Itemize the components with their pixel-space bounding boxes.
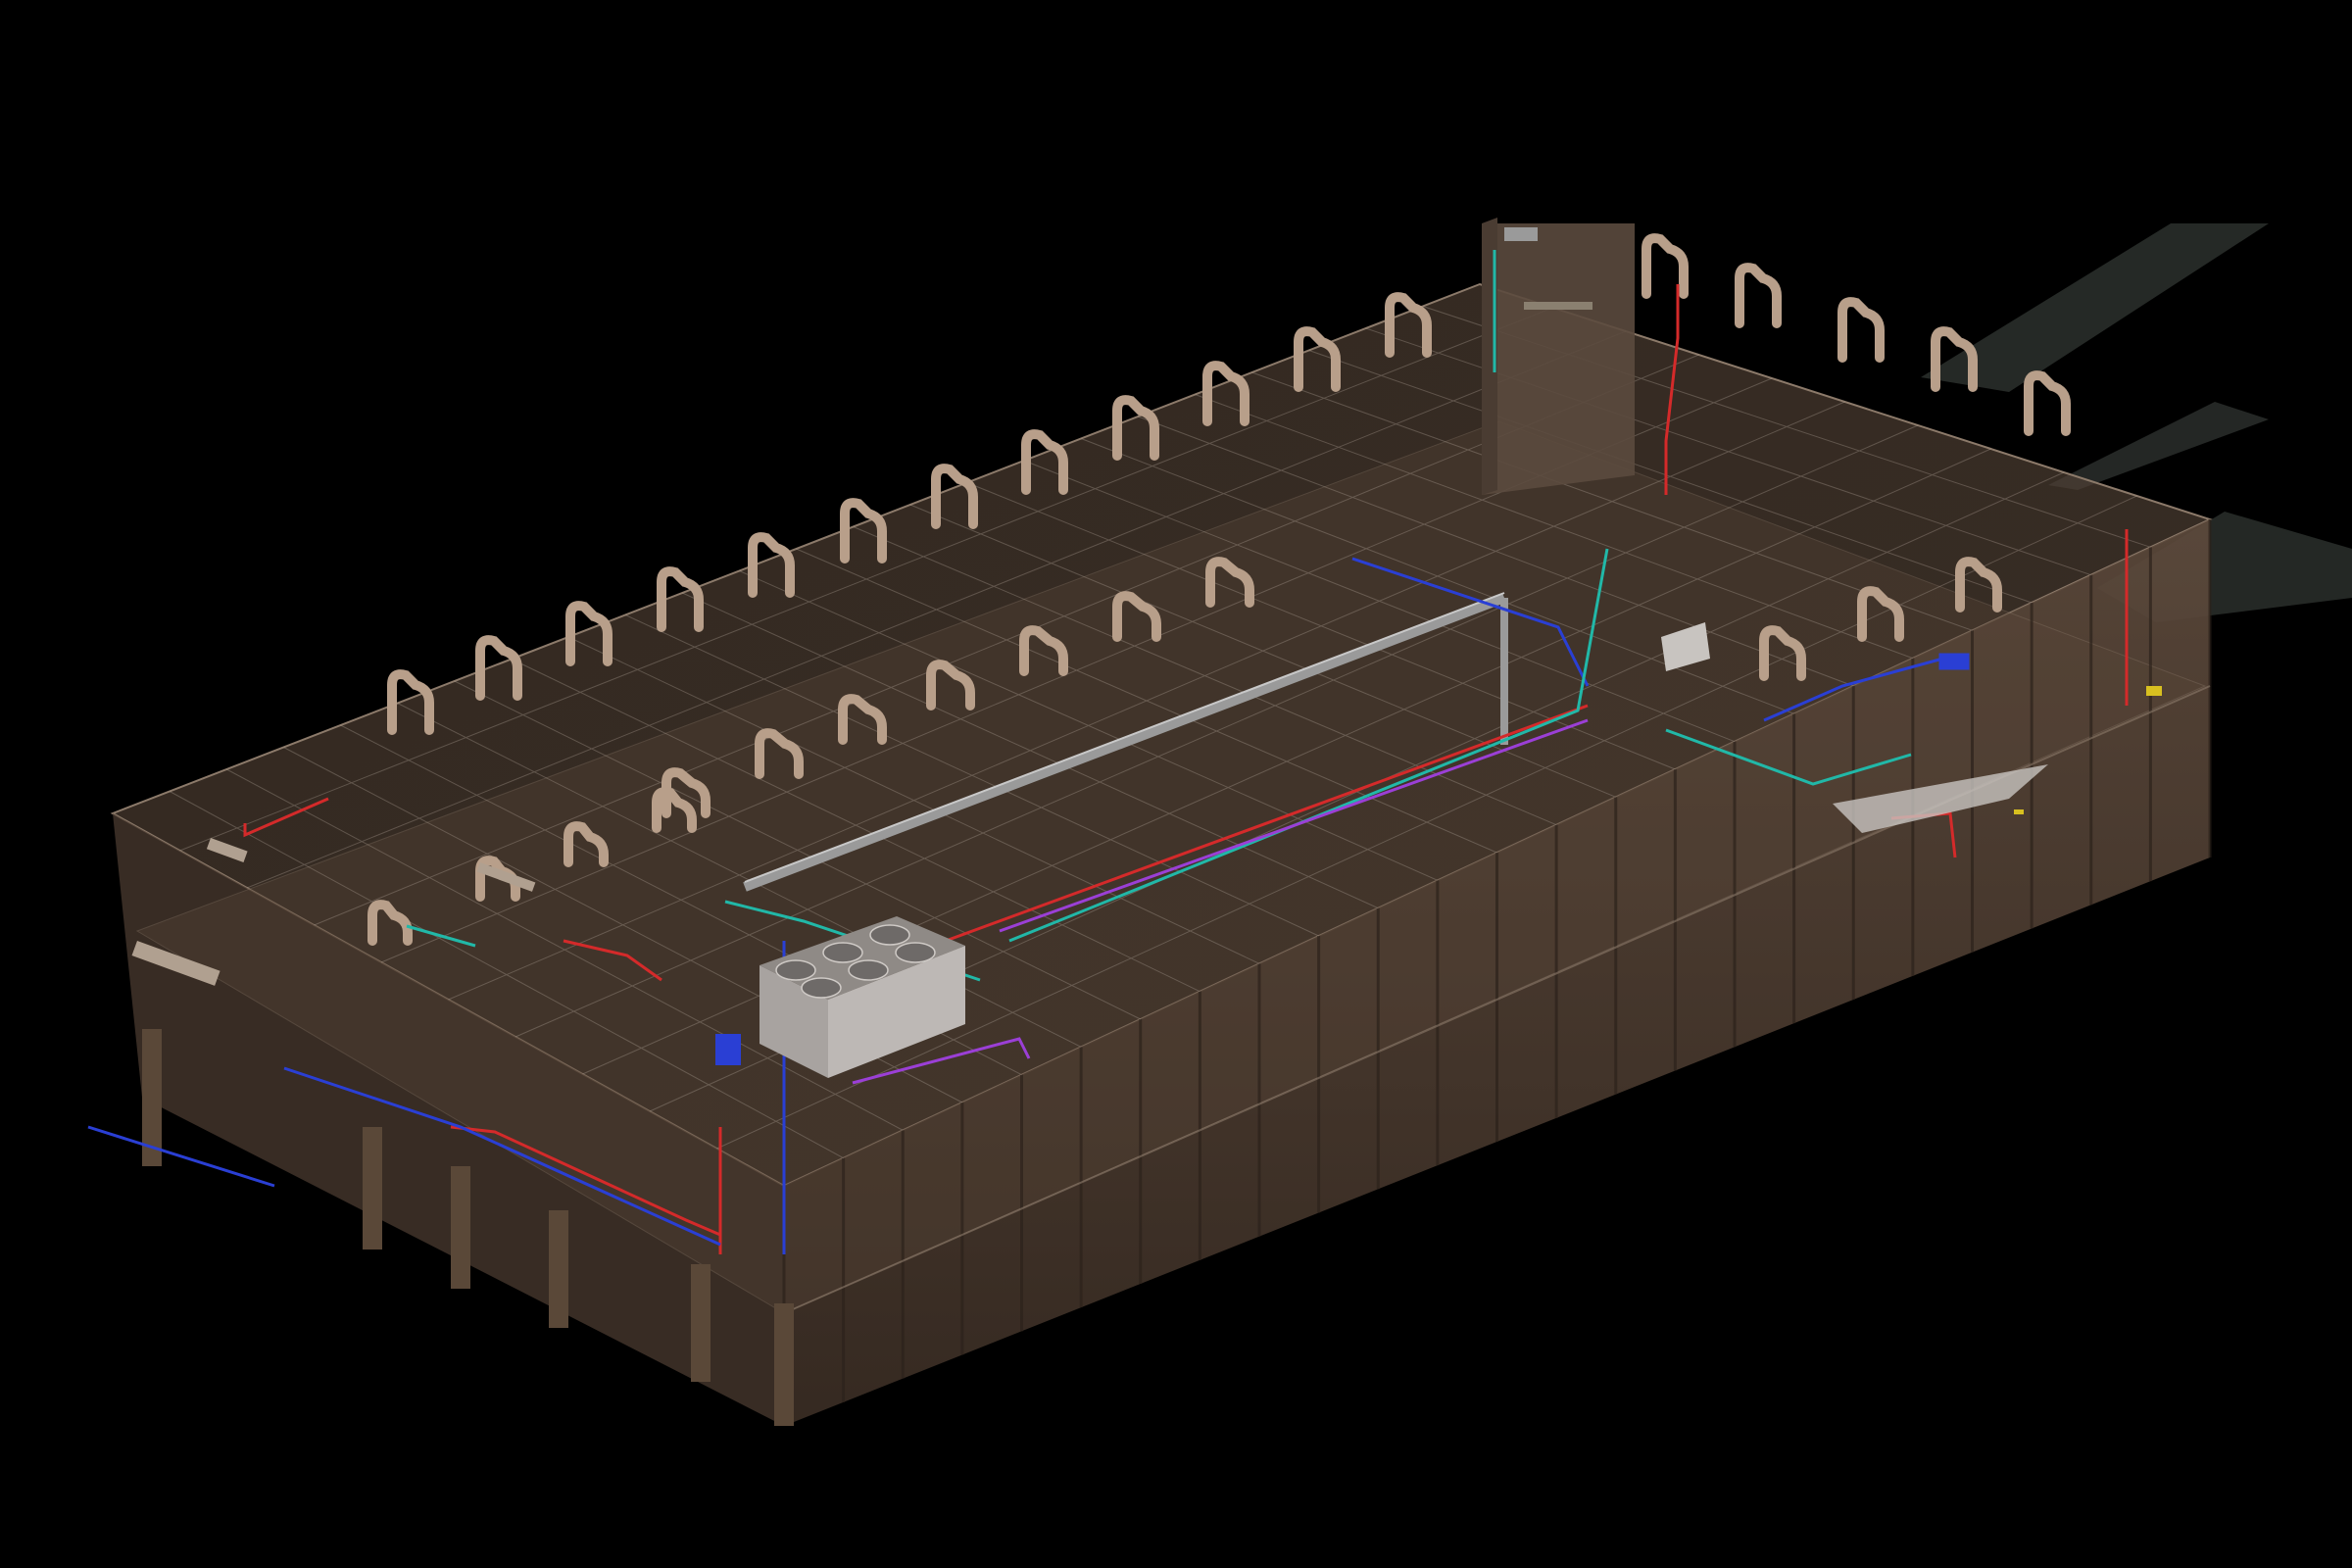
duct-loop-right — [2024, 370, 2071, 436]
lift-equipment — [1504, 227, 1538, 241]
fan — [822, 942, 863, 963]
duct-loop-right — [1735, 263, 1782, 328]
model-viewport[interactable] — [0, 0, 2352, 1568]
fan — [801, 977, 842, 999]
bim-3d-scene[interactable] — [0, 0, 2352, 1568]
ramp-middle — [2048, 402, 2269, 490]
fan — [869, 924, 910, 946]
duct-loop-right — [1838, 297, 1885, 363]
fan — [895, 942, 936, 963]
fan — [848, 959, 889, 981]
column — [549, 1210, 568, 1328]
column — [774, 1303, 794, 1426]
structure-slab — [110, 282, 2213, 1426]
yellow-tag-right — [2146, 686, 2162, 696]
column — [691, 1264, 710, 1382]
yellow-tag-front — [2014, 809, 2024, 814]
return-equipment — [1938, 653, 1970, 670]
column — [363, 1127, 382, 1250]
fan — [775, 959, 816, 981]
lift-shaft-front — [1482, 223, 1635, 495]
pump-unit — [715, 1034, 741, 1065]
lift-landing — [1524, 302, 1592, 310]
lift-shaft — [1482, 218, 1635, 495]
column — [451, 1166, 470, 1289]
